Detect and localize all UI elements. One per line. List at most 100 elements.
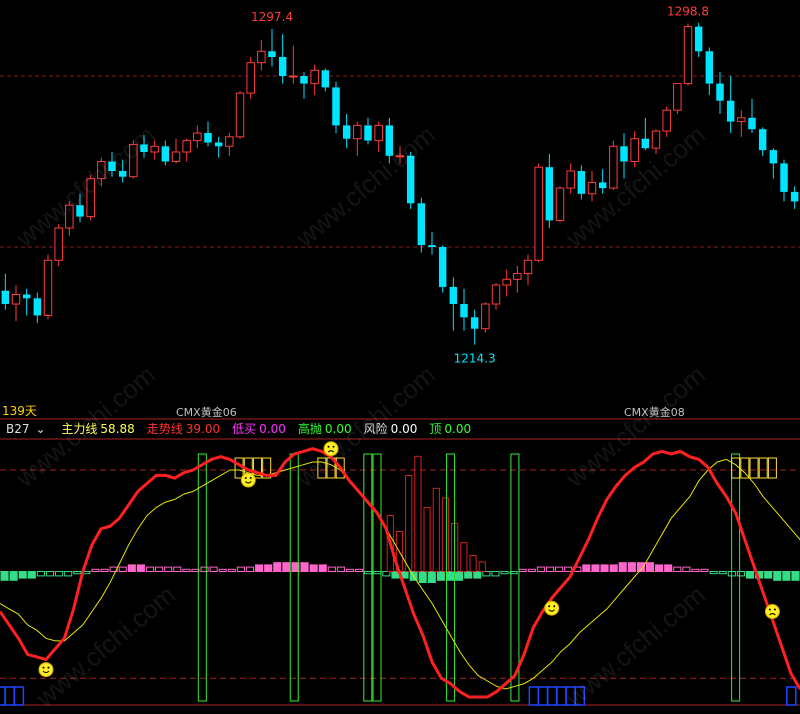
sell-signal-bar [441,497,450,572]
legend-label: 走势线 [146,422,183,436]
high-zone-column [363,453,373,702]
candle-body [289,75,298,78]
candle [630,131,639,168]
candle-body [374,124,383,142]
sell-signal-bar [432,487,440,572]
histogram-bar [455,571,464,581]
histogram-bar [664,564,673,573]
candle-body [758,129,767,151]
sell-signal-bar [460,542,468,573]
candle-body [555,187,565,221]
chevron-down-icon: ⌄ [35,422,46,436]
candle [513,266,522,293]
legend-item: 走势线 39.00 [147,422,226,436]
candle-body [694,26,703,52]
candle-body [705,51,714,84]
histogram-bar [709,571,718,575]
candle [374,121,383,152]
histogram-bar [782,571,791,581]
legend-value: 0.00 [444,422,472,436]
sell-signal-bar [405,475,413,572]
histogram-bar [9,571,18,581]
indicator-name: B27 [6,422,30,436]
legend-items: 主力线 58.88 走势线 39.00 低买 0.00 高抛 0.00 风险 0.00 顶 0.00 [61,422,483,436]
smile-face-icon [544,600,560,616]
candle-body [566,170,575,189]
sell-signal-bar [423,507,431,572]
histogram-bar [73,571,82,575]
candle-body [502,278,511,286]
histogram-bar [136,564,145,573]
candle [1,273,10,310]
candle-body [161,146,170,162]
histogram-bar [691,568,700,572]
candle [225,133,234,156]
histogram-bar [682,566,691,572]
histogram-bar [627,562,636,573]
candle [566,163,575,194]
histogram-bar [418,571,427,583]
candle-body [780,163,788,192]
histogram-bar [91,568,100,572]
candle-body [769,150,778,164]
candle [204,121,212,147]
histogram-bar [764,571,773,579]
candle [428,231,436,255]
candle [726,76,735,133]
candle-body [513,273,522,280]
histogram-bar [645,562,655,573]
histogram-bar [264,564,273,573]
candle [694,22,703,57]
candle-body [737,117,746,123]
candle [555,186,565,223]
histogram-bar [482,571,491,577]
candle [748,98,756,133]
candle-body [545,167,554,221]
histogram-bar [773,571,782,581]
histogram-bar [282,562,291,573]
histogram-bar [164,566,173,572]
candle [310,64,319,95]
histogram-bar [336,566,345,572]
histogram-bar [45,571,55,577]
legend-value: 0.00 [390,422,418,436]
top-signal-box [731,457,741,479]
candle [673,83,682,114]
histogram-bar [327,566,336,572]
candle-body [523,259,533,275]
indicator-selector[interactable]: B27 ⌄ [6,422,52,436]
candle-body [449,286,458,304]
frown-face-icon [764,604,780,620]
histogram-bar [218,568,227,572]
candle-body [438,247,447,287]
candle-body [748,117,756,130]
histogram-bar [345,568,355,572]
high-zone-column [372,453,382,702]
candle [780,159,788,202]
top-signal-box [749,457,759,479]
histogram-bar [436,571,445,581]
candle-body [33,298,42,316]
histogram-bar [527,568,536,572]
face-eye [768,608,771,611]
candle [33,292,42,323]
histogram-bar [227,568,236,572]
candle-body [587,181,597,195]
candle-body [182,140,191,153]
histogram-bar [736,571,745,577]
face-eye [42,666,45,669]
candle [460,288,468,331]
candle [705,47,714,95]
candle [758,127,767,156]
candle-body [417,203,426,246]
candle-body [491,284,501,305]
histogram-bar [718,571,727,575]
candle [193,125,202,149]
buy-zone-box [537,686,549,706]
histogram-bar [118,566,127,572]
histogram-bar [555,566,564,572]
histogram-bar [100,568,109,572]
candle [22,288,31,316]
candle-body [662,109,671,132]
candle-body [460,304,468,318]
